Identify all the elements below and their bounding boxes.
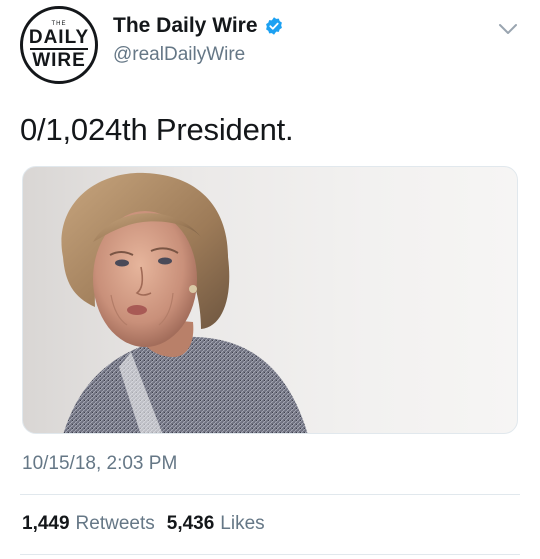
engagement-stats: 1,449 Retweets 5,436 Likes [22, 513, 265, 535]
likes-label[interactable]: Likes [220, 513, 264, 535]
tweet-photo[interactable] [22, 166, 518, 434]
author-block[interactable]: The Daily Wire @realDailyWire [113, 14, 284, 66]
divider [20, 494, 520, 495]
avatar[interactable]: THE DAILY WIRE [20, 6, 98, 84]
chevron-down-icon[interactable] [498, 22, 518, 36]
display-name[interactable]: The Daily Wire [113, 14, 258, 38]
retweets-label[interactable]: Retweets [76, 513, 155, 535]
avatar-logo-line2: WIRE [32, 49, 86, 71]
tweet-card: THE DAILY WIRE The Daily Wire @realDaily… [0, 0, 540, 559]
avatar-logo-top: THE [51, 20, 67, 27]
portrait-illustration [61, 172, 308, 433]
divider [20, 554, 520, 555]
tweet-timestamp[interactable]: 10/15/18, 2:03 PM [22, 453, 177, 475]
tweet-text: 0/1,024th President. [20, 112, 294, 147]
name-row: The Daily Wire [113, 14, 284, 38]
likes-count[interactable]: 5,436 [167, 513, 215, 535]
retweets-count[interactable]: 1,449 [22, 513, 70, 535]
handle[interactable]: @realDailyWire [113, 44, 284, 66]
verified-badge-icon [265, 17, 282, 35]
avatar-logo-line1: DAILY [28, 26, 90, 48]
